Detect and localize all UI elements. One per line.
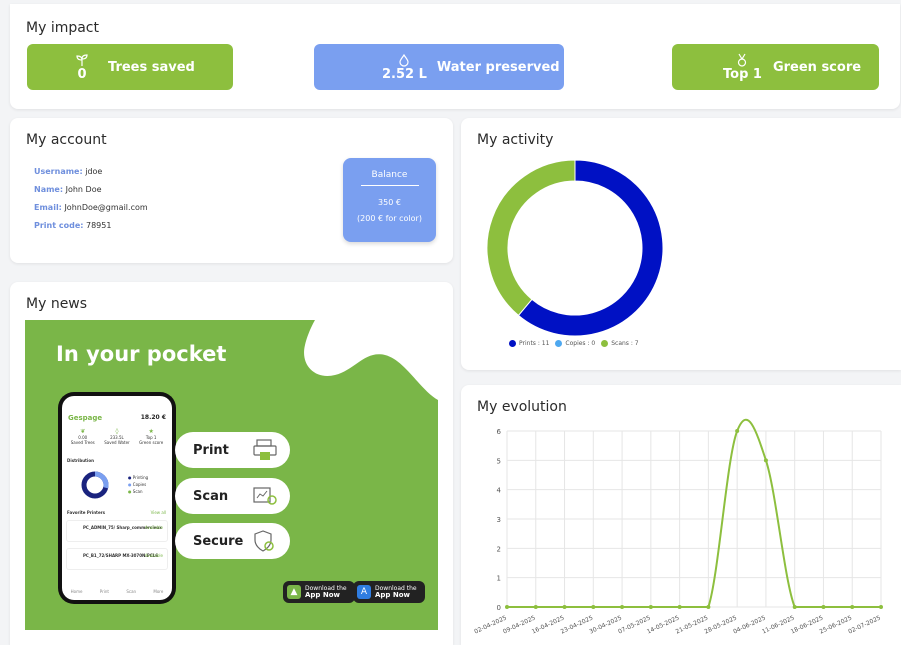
name-value: John Doe (65, 185, 102, 194)
y-tick-label: 3 (497, 516, 501, 524)
balance-divider (360, 185, 419, 186)
green-score-label: Green score (772, 59, 862, 75)
evolution-data-point[interactable] (620, 605, 625, 609)
name-row: Name: John Doe (34, 185, 102, 194)
evolution-card: My evolution 0 1 2 3 4 5 6 02-04-2025 09-04-2025… (461, 385, 901, 645)
email-row: Email: JohnDoe@gmail.com (34, 203, 148, 212)
sprout-icon (76, 53, 88, 66)
scan-pill: Scan (175, 478, 290, 514)
balance-color-amount: (200 € for color) (357, 214, 422, 223)
evolution-data-point[interactable] (821, 605, 826, 609)
evolution-data-point[interactable] (850, 605, 855, 609)
phone-view-all: View all (150, 510, 166, 515)
y-tick-label: 5 (497, 457, 501, 465)
impact-title: My impact (26, 20, 99, 36)
evolution-data-point[interactable] (533, 605, 538, 609)
news-card: My news In your pocket Gespage 18.20 € ❦… (10, 282, 453, 645)
phone-brand: Gespage (68, 414, 103, 422)
printcode-value: 78951 (86, 221, 112, 230)
water-preserved-label: Water preserved (436, 59, 560, 75)
green-score-tile[interactable]: Top 1 Green score (672, 44, 879, 90)
evolution-data-point[interactable] (792, 605, 797, 609)
phone-printer-2: PC_B1_72/SHARP MX-3070N.PCL6 Available (66, 548, 168, 570)
y-tick-label: 1 (497, 575, 501, 583)
legend-scans[interactable]: Scans : 7 (601, 340, 639, 347)
printcode-row: Print code: 78951 (34, 221, 112, 230)
y-tick-label: 2 (497, 545, 501, 553)
username-row: Username: jdoe (34, 167, 103, 176)
ios-store-button[interactable]: A Download the App Now (353, 581, 425, 603)
printer-icon (253, 439, 277, 460)
secure-pill: Secure (175, 523, 290, 559)
account-card: My account Username: jdoe Name: John Doe… (10, 118, 453, 263)
shield-icon (254, 530, 274, 552)
y-tick-label: 6 (497, 428, 502, 436)
phone-donut (81, 471, 109, 499)
account-info: Username: jdoe Name: John Doe Email: Joh… (34, 163, 148, 235)
email-value: JohnDoe@gmail.com (64, 203, 148, 212)
account-title: My account (26, 132, 107, 148)
evolution-data-point[interactable] (735, 429, 740, 433)
trees-saved-label: Trees saved (108, 59, 195, 75)
evolution-data-point[interactable] (879, 605, 883, 609)
android-store-button[interactable]: ▲ Download the App Now (283, 581, 355, 603)
phone-screen: Gespage 18.20 € ❦ 0.00 Saved Trees ◊ 233.5L… (62, 396, 172, 600)
balance-title: Balance (371, 170, 408, 180)
scan-icon (253, 487, 277, 505)
phone-distribution-title: Distribution (67, 458, 94, 463)
evolution-data-point[interactable] (591, 605, 596, 609)
phone-balance: 18.20 € (140, 414, 166, 421)
x-tick-label: 02-07-2025 (847, 614, 882, 635)
y-tick-label: 0 (497, 604, 501, 612)
phone-printer-1: PC_ADMIN_75/ Sharp_commercieux Available (66, 520, 168, 542)
activity-donut-chart (486, 159, 664, 337)
evolution-data-point[interactable] (677, 605, 682, 609)
water-preserved-tile[interactable]: 2.52 L Water preserved (314, 44, 564, 90)
y-tick-label: 4 (497, 487, 502, 495)
evolution-data-point[interactable] (706, 605, 711, 609)
app-promo-banner[interactable]: In your pocket Gespage 18.20 € ❦ 0.00 Save… (25, 320, 438, 630)
activity-legend: Prints : 11 Copies : 0 Scans : 7 (509, 340, 639, 347)
impact-card: My impact 0 Trees saved 2.52 L Water pre… (10, 4, 900, 109)
evolution-data-point[interactable] (648, 605, 653, 609)
activity-card: My activity Prints : 11 Copies : 0 Scans… (461, 118, 901, 370)
trees-saved-tile[interactable]: 0 Trees saved (27, 44, 233, 90)
medal-icon (738, 53, 747, 67)
donut-slice-scans[interactable] (486, 159, 576, 317)
evolution-data-point[interactable] (763, 458, 768, 463)
balance-amount: 350 € (378, 198, 401, 207)
phone-tabbar: Home Print Scan More (70, 589, 164, 594)
evolution-line-chart: 012345602-04-202509-04-202516-04-202523-… (473, 418, 883, 636)
username-value: jdoe (85, 167, 103, 176)
print-pill: Print (175, 432, 290, 468)
legend-prints[interactable]: Prints : 11 (509, 340, 549, 347)
phone-mockup: Gespage 18.20 € ❦ 0.00 Saved Trees ◊ 233.5L… (58, 392, 176, 604)
water-preserved-value: 2.52 L (382, 66, 427, 82)
promo-headline: In your pocket (56, 342, 227, 366)
evolution-data-point[interactable] (562, 605, 567, 609)
trees-saved-value: 0 (77, 66, 87, 82)
appstore-icon: A (357, 585, 371, 599)
phone-dist-legend: ● Printing ● Copies ● Scan (128, 475, 149, 494)
news-title: My news (26, 296, 88, 312)
phone-favorites-title: Favorite Printers (67, 510, 106, 515)
green-score-value: Top 1 (723, 66, 762, 82)
legend-copies[interactable]: Copies : 0 (555, 340, 595, 347)
evolution-data-point[interactable] (505, 605, 509, 609)
android-icon: ▲ (287, 585, 301, 599)
balance-box[interactable]: Balance 350 € (200 € for color) (343, 158, 436, 242)
phone-stats: ❦ 0.00 Saved Trees ◊ 233.5L Saved Water ★ Top… (70, 428, 164, 445)
evolution-series-line (507, 418, 881, 608)
droplet-icon (399, 53, 410, 67)
